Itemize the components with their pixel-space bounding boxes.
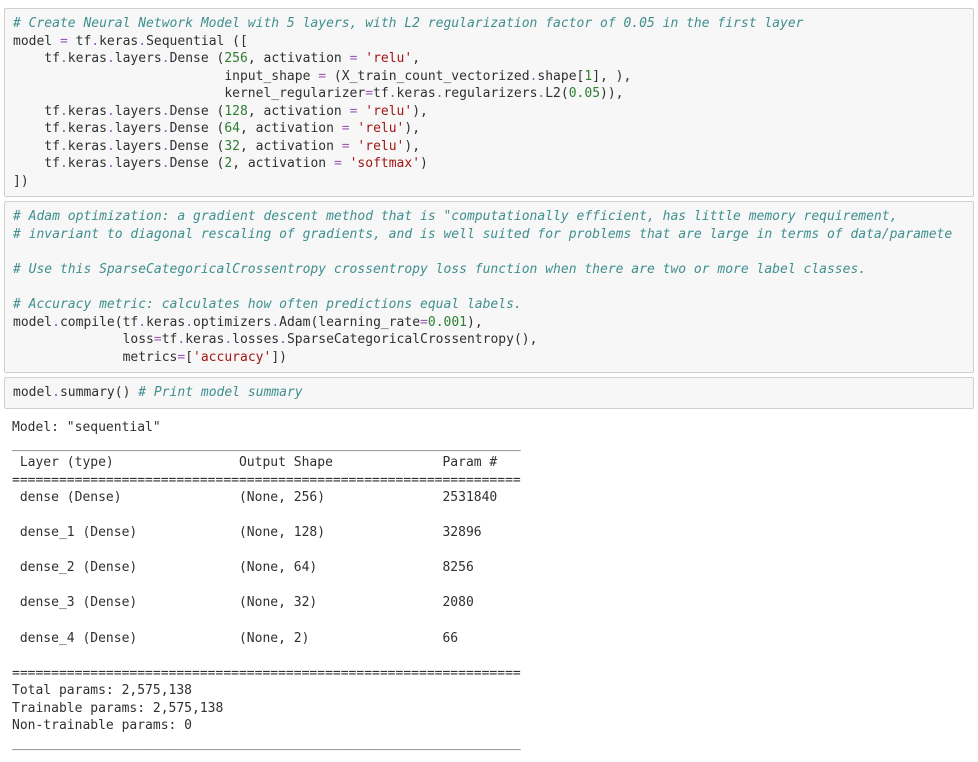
summary-row: dense_4 (Dense) (None, 2) 66: [12, 631, 521, 646]
code-cell-1: # Create Neural Network Model with 5 lay…: [4, 8, 974, 197]
code-line: model.compile(tf.keras.optimizers.Adam(l…: [13, 315, 483, 330]
output-block: Model: "sequential" ____________________…: [4, 413, 974, 758]
code-line: loss=tf.keras.losses.SparseCategoricalCr…: [13, 332, 537, 347]
comment: # Adam optimization: a gradient descent …: [13, 209, 897, 224]
trainable-params: Trainable params: 2,575,138: [12, 701, 223, 716]
summary-row: dense_3 (Dense) (None, 32) 2080: [12, 595, 521, 610]
comment: # Create Neural Network Model with 5 lay…: [13, 16, 804, 31]
summary-row: dense_1 (Dense) (None, 128) 32896: [12, 525, 521, 540]
code-line: tf.keras.layers.Dense (128, activation =…: [13, 104, 428, 119]
separator: ========================================…: [12, 473, 521, 488]
code-line: ]): [13, 174, 29, 189]
code-line: tf.keras.layers.Dense (64, activation = …: [13, 121, 420, 136]
comment: # Accuracy metric: calculates how often …: [13, 297, 522, 312]
code-line: tf.keras.layers.Dense (2, activation = '…: [13, 156, 428, 171]
comment: # invariant to diagonal rescaling of gra…: [13, 227, 952, 242]
summary-row: dense_2 (Dense) (None, 64) 8256: [12, 560, 521, 575]
total-params: Total params: 2,575,138: [12, 683, 192, 698]
non-trainable-params: Non-trainable params: 0: [12, 718, 192, 733]
code-line: tf.keras.layers.Dense (32, activation = …: [13, 139, 420, 154]
code-cell-3: model.summary() # Print model summary: [4, 377, 974, 409]
separator: ________________________________________…: [12, 736, 521, 751]
model-name: Model: "sequential": [12, 420, 161, 435]
code-line: metrics=['accuracy']): [13, 350, 287, 365]
code-line: tf.keras.layers.Dense (256, activation =…: [13, 51, 420, 66]
separator: ========================================…: [12, 666, 521, 681]
summary-row: dense (Dense) (None, 256) 2531840: [12, 490, 521, 505]
code-line: model.summary() # Print model summary: [13, 385, 303, 400]
code-line: model = tf.keras.Sequential ([: [13, 34, 248, 49]
code-line: input_shape = (X_train_count_vectorized.…: [13, 69, 631, 84]
separator: ________________________________________…: [12, 437, 521, 452]
code-cell-2: # Adam optimization: a gradient descent …: [4, 201, 974, 373]
code-line: kernel_regularizer=tf.keras.regularizers…: [13, 86, 624, 101]
comment: # Use this SparseCategoricalCrossentropy…: [13, 262, 866, 277]
summary-column-head: Layer (type) Output Shape Param #: [12, 455, 521, 470]
